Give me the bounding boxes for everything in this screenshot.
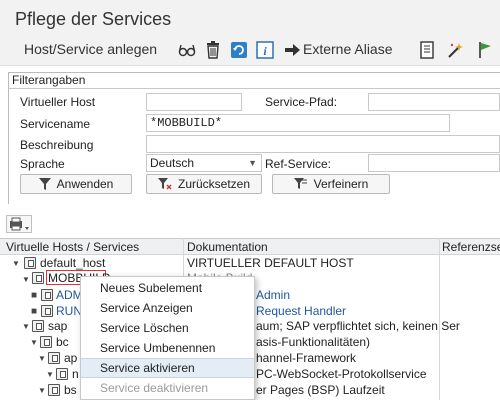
tree-row-run[interactable]: RUN (56, 304, 82, 318)
expand-triangle-icon[interactable]: ▼ (22, 275, 30, 284)
language-select[interactable]: Deutsch ▼ (146, 154, 262, 172)
service-node-icon (32, 320, 44, 332)
refine-button-label: Verfeinern (313, 177, 369, 191)
service-path-label: Service-Pfad: (265, 95, 338, 109)
expand-triangle-icon[interactable]: ▼ (38, 354, 46, 363)
host-node-icon (24, 257, 36, 269)
apply-button[interactable]: Anwenden (20, 174, 132, 194)
magic-wand-icon[interactable] (446, 40, 464, 60)
language-select-value: Deutsch (150, 156, 195, 170)
glasses-icon[interactable] (178, 40, 196, 60)
filter-divider (8, 88, 500, 89)
print-button[interactable] (6, 215, 32, 233)
tree-row-default-host[interactable]: default_host (40, 256, 105, 270)
service-node-icon (41, 289, 53, 301)
service-name-label: Servicename (20, 117, 91, 131)
apply-button-label: Anwenden (56, 177, 114, 191)
document-icon[interactable] (418, 40, 436, 60)
title-bar: Pflege der Services (0, 0, 500, 36)
doc-adm: Admin (256, 288, 291, 302)
ref-service-label: Ref-Service: (265, 157, 332, 171)
column-header-reference[interactable]: Referenzser (442, 240, 500, 254)
page-title: Pflege der Services (15, 9, 172, 29)
tree-row-n[interactable]: n (72, 367, 79, 381)
arrow-right-icon[interactable] (283, 40, 301, 60)
doc-n: PC-WebSocket-Protokollservice (256, 367, 427, 381)
menu-item-rename-service[interactable]: Service Umbenennen (81, 338, 254, 358)
service-node-icon (32, 272, 44, 284)
tree-row-bc[interactable]: bc (56, 335, 69, 349)
language-label: Sprache (20, 157, 65, 171)
menu-item-show-service[interactable]: Service Anzeigen (81, 298, 254, 318)
expand-triangle-icon[interactable]: ▼ (38, 386, 46, 395)
menu-item-deactivate-service: Service deaktivieren (100, 381, 209, 395)
tree-row-ap[interactable]: ap (64, 351, 77, 365)
tree-row-adm[interactable]: ADM (56, 288, 83, 302)
doc-bs: er Pages (BSP) Laufzeit (256, 383, 385, 397)
trash-icon[interactable] (204, 40, 222, 60)
reset-button-label: Zurücksetzen (177, 177, 251, 191)
chevron-down-icon: ▼ (248, 158, 257, 168)
menu-item-delete-service[interactable]: Service Löschen (81, 318, 254, 338)
service-path-field[interactable] (368, 93, 500, 111)
expand-triangle-icon[interactable]: ▼ (30, 338, 38, 347)
doc-bc: asis-Funktionalitäten) (256, 335, 371, 349)
tree-row-sap[interactable]: sap (48, 319, 67, 333)
service-node-icon (48, 352, 60, 364)
bullet-icon: ■ (31, 306, 38, 317)
doc-sap: aum; SAP verpflichtet sich, keinen Ser (256, 319, 460, 333)
service-node-icon (56, 368, 68, 380)
service-node-icon (48, 384, 60, 396)
bullet-icon: ■ (31, 290, 38, 301)
virtual-host-field[interactable] (146, 93, 242, 111)
filter-panel-title: Filterangaben (12, 73, 86, 87)
grid-header: Virtuelle Hosts / Services Dokumentation… (0, 238, 500, 255)
column-header-documentation[interactable]: Dokumentation (187, 240, 268, 254)
doc-run: Request Handler (256, 304, 347, 318)
expand-triangle-icon[interactable]: ▼ (12, 259, 20, 268)
menu-item-activate-service[interactable]: Service aktivieren (81, 358, 254, 378)
external-aliases-button[interactable]: Externe Aliase (303, 41, 393, 57)
filter-refine-icon (293, 178, 307, 189)
tree-row-bs[interactable]: bs (64, 383, 77, 397)
service-node-icon (40, 336, 52, 348)
refine-button[interactable]: Verfeinern (272, 174, 390, 194)
filter-icon (38, 178, 51, 190)
service-node-icon (41, 305, 53, 317)
description-label: Beschreibung (20, 138, 94, 152)
create-host-service-button[interactable]: Host/Service anlegen (24, 41, 157, 57)
refresh-icon[interactable] (230, 40, 248, 60)
doc-default-host: VIRTUELLER DEFAULT HOST (187, 256, 354, 270)
column-header-hosts[interactable]: Virtuelle Hosts / Services (6, 240, 139, 254)
reset-button[interactable]: Zurücksetzen (146, 174, 262, 194)
info-icon[interactable]: i (256, 40, 274, 60)
context-menu: Neues Subelement Service Anzeigen Servic… (80, 276, 255, 400)
doc-ap: hannel-Framework (256, 351, 357, 365)
ref-service-field[interactable] (368, 154, 500, 172)
toolbar: Host/Service anlegen i Externe Aliase (0, 36, 500, 66)
printer-icon (10, 217, 29, 231)
description-field[interactable] (146, 135, 500, 153)
virtual-host-label: Virtueller Host (20, 95, 96, 109)
service-name-field[interactable]: *MOBBUILD* (146, 114, 450, 132)
menu-item-new-subelement[interactable]: Neues Subelement (81, 278, 254, 298)
filter-reset-icon (157, 178, 172, 190)
flag-icon[interactable] (476, 40, 494, 60)
expand-triangle-icon[interactable]: ▼ (22, 322, 30, 331)
expand-triangle-icon[interactable]: ▼ (46, 370, 54, 379)
